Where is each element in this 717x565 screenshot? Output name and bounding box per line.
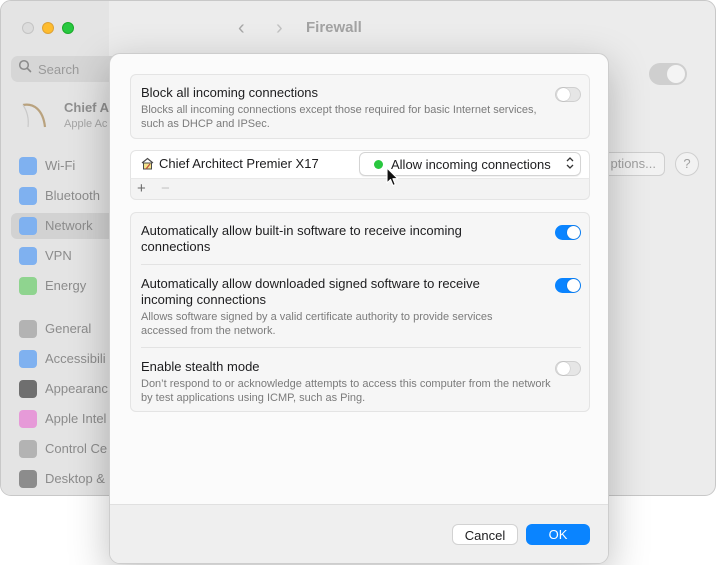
sidebar-item[interactable]: Apple Intel xyxy=(11,406,121,432)
auto-signed-description: Allows software signed by a valid certif… xyxy=(141,311,493,337)
apple-intelligence-icon xyxy=(19,410,37,428)
toggle-knob xyxy=(567,279,580,292)
search-placeholder: Search xyxy=(38,62,80,77)
stealth-toggle[interactable] xyxy=(555,361,581,376)
firewall-options-sheet: Block all incoming connections Blocks al… xyxy=(109,53,609,564)
sidebar-item[interactable]: VPN xyxy=(11,243,121,269)
account-name: Chief A xyxy=(64,100,110,115)
wifi-icon xyxy=(19,157,37,175)
toggle-knob xyxy=(667,65,685,83)
network-icon xyxy=(19,217,37,235)
bluetooth-icon xyxy=(19,187,37,205)
chevron-updown-icon xyxy=(566,156,574,172)
status-label: Allow incoming connections xyxy=(391,157,551,172)
search-icon xyxy=(18,59,32,76)
sidebar-item-label: Desktop & xyxy=(45,471,105,486)
block-all-group: Block all incoming connections Blocks al… xyxy=(130,74,590,139)
account-subtitle: Apple Ac xyxy=(64,118,108,130)
sidebar-item[interactable]: Desktop & xyxy=(11,466,121,492)
sidebar-item[interactable]: Energy xyxy=(11,273,121,299)
sidebar-item[interactable]: Appearanc xyxy=(11,376,121,402)
desktop-icon xyxy=(19,470,37,488)
sidebar-item[interactable]: Bluetooth xyxy=(11,183,121,209)
sidebar-item-label: General xyxy=(45,321,92,336)
energy-icon xyxy=(19,277,37,295)
chief-architect-app-icon xyxy=(141,157,154,170)
auto-builtin-toggle[interactable] xyxy=(555,225,581,240)
ok-button[interactable]: OK xyxy=(526,524,590,545)
auto-signed-title: Automatically allow downloaded signed so… xyxy=(141,276,480,307)
toggle-knob xyxy=(567,226,580,239)
sidebar-item-label: Accessibili xyxy=(45,351,106,366)
auto-builtin-title: Automatically allow built-in software to… xyxy=(141,223,462,254)
control-center-icon xyxy=(19,440,37,458)
sidebar-item[interactable]: General xyxy=(11,316,121,342)
add-app-button[interactable]: + xyxy=(137,180,146,197)
firewall-toggle[interactable] xyxy=(649,63,687,85)
sidebar-item-label: Network xyxy=(45,218,93,233)
block-all-title: Block all incoming connections xyxy=(141,85,319,100)
sidebar-item-label: VPN xyxy=(45,248,72,263)
window-title: Firewall xyxy=(306,19,362,36)
zoom-window-button[interactable] xyxy=(62,22,74,34)
toggle-knob xyxy=(557,362,570,375)
sidebar-item-label: Control Ce xyxy=(45,441,108,456)
auto-allow-group: Automatically allow built-in software to… xyxy=(130,212,590,412)
gear-icon xyxy=(19,320,37,338)
app-name: Chief Architect Premier X17 xyxy=(159,156,319,171)
divider xyxy=(141,264,581,265)
sidebar-item[interactable]: Control Ce xyxy=(11,436,121,462)
sidebar-item-label: Bluetooth xyxy=(45,188,100,203)
accessibility-icon xyxy=(19,350,37,368)
sidebar-item-label: Apple Intel xyxy=(45,411,107,426)
stealth-description: Don’t respond to or acknowledge attempts… xyxy=(141,378,551,404)
help-button[interactable]: ? xyxy=(675,152,699,176)
mouse-pointer-icon xyxy=(386,167,400,187)
minimize-window-button[interactable] xyxy=(42,22,54,34)
toggle-knob xyxy=(557,88,570,101)
block-all-description: Blocks all incoming connections except t… xyxy=(141,104,537,130)
avatar[interactable] xyxy=(19,97,51,129)
block-all-toggle[interactable] xyxy=(555,87,581,102)
sidebar-item[interactable]: Network xyxy=(11,213,121,239)
sidebar-item[interactable]: Accessibili xyxy=(11,346,121,372)
sidebar-item-label: Energy xyxy=(45,278,87,293)
cancel-button[interactable]: Cancel xyxy=(452,524,518,545)
sidebar-item-label: Appearanc xyxy=(45,381,108,396)
appearance-icon xyxy=(19,380,37,398)
app-list-toolbar: + − xyxy=(130,178,590,200)
close-window-button[interactable] xyxy=(22,22,34,34)
sidebar-item-label: Wi-Fi xyxy=(45,158,76,173)
remove-app-button[interactable]: − xyxy=(161,180,170,197)
divider xyxy=(141,347,581,348)
back-chevron-icon[interactable]: ‹ xyxy=(238,17,245,40)
status-dot xyxy=(374,160,383,169)
stealth-title: Enable stealth mode xyxy=(141,359,260,374)
auto-signed-toggle[interactable] xyxy=(555,278,581,293)
app-list-row[interactable]: Chief Architect Premier X17 Allow incomi… xyxy=(130,150,590,178)
vpn-icon xyxy=(19,247,37,265)
sidebar-item[interactable]: Wi-Fi xyxy=(11,153,121,179)
forward-chevron-icon[interactable]: › xyxy=(276,17,283,40)
